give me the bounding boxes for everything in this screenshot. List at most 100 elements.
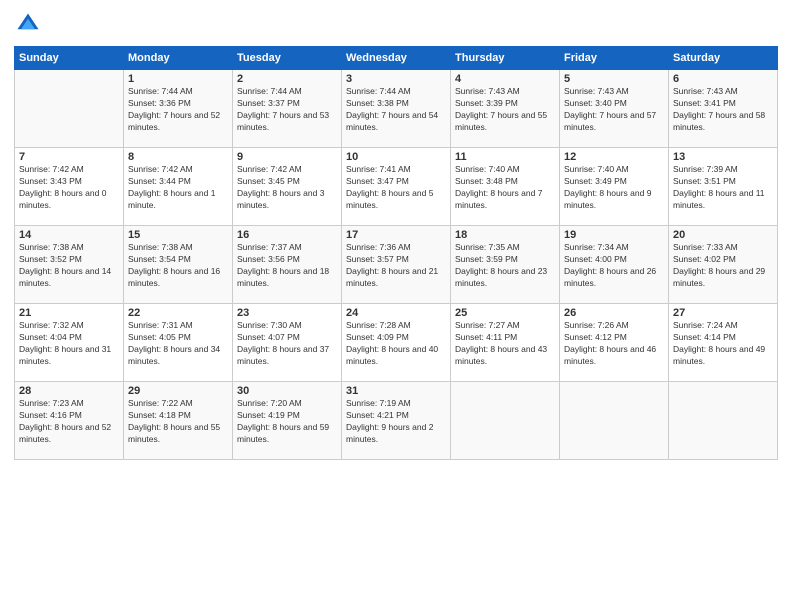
day-number: 5 bbox=[564, 73, 664, 85]
day-number: 31 bbox=[346, 385, 446, 397]
calendar-cell: 11Sunrise: 7:40 AMSunset: 3:48 PMDayligh… bbox=[451, 148, 560, 226]
day-info: Sunrise: 7:30 AMSunset: 4:07 PMDaylight:… bbox=[237, 320, 337, 368]
day-info: Sunrise: 7:34 AMSunset: 4:00 PMDaylight:… bbox=[564, 242, 664, 290]
day-number: 6 bbox=[673, 73, 773, 85]
header-cell-tuesday: Tuesday bbox=[233, 47, 342, 70]
day-info: Sunrise: 7:32 AMSunset: 4:04 PMDaylight:… bbox=[19, 320, 119, 368]
calendar-cell: 12Sunrise: 7:40 AMSunset: 3:49 PMDayligh… bbox=[560, 148, 669, 226]
day-number: 2 bbox=[237, 73, 337, 85]
calendar-table: SundayMondayTuesdayWednesdayThursdayFrid… bbox=[14, 46, 778, 460]
day-info: Sunrise: 7:37 AMSunset: 3:56 PMDaylight:… bbox=[237, 242, 337, 290]
day-number: 1 bbox=[128, 73, 228, 85]
calendar-cell: 24Sunrise: 7:28 AMSunset: 4:09 PMDayligh… bbox=[342, 304, 451, 382]
week-row-3: 14Sunrise: 7:38 AMSunset: 3:52 PMDayligh… bbox=[15, 226, 778, 304]
header-cell-wednesday: Wednesday bbox=[342, 47, 451, 70]
day-info: Sunrise: 7:19 AMSunset: 4:21 PMDaylight:… bbox=[346, 398, 446, 446]
day-info: Sunrise: 7:38 AMSunset: 3:54 PMDaylight:… bbox=[128, 242, 228, 290]
day-info: Sunrise: 7:36 AMSunset: 3:57 PMDaylight:… bbox=[346, 242, 446, 290]
calendar-cell: 31Sunrise: 7:19 AMSunset: 4:21 PMDayligh… bbox=[342, 382, 451, 460]
calendar-cell: 6Sunrise: 7:43 AMSunset: 3:41 PMDaylight… bbox=[669, 70, 778, 148]
day-number: 27 bbox=[673, 307, 773, 319]
day-info: Sunrise: 7:38 AMSunset: 3:52 PMDaylight:… bbox=[19, 242, 119, 290]
header-row: SundayMondayTuesdayWednesdayThursdayFrid… bbox=[15, 47, 778, 70]
header-cell-thursday: Thursday bbox=[451, 47, 560, 70]
day-number: 22 bbox=[128, 307, 228, 319]
day-number: 28 bbox=[19, 385, 119, 397]
logo-icon bbox=[14, 10, 42, 38]
day-info: Sunrise: 7:22 AMSunset: 4:18 PMDaylight:… bbox=[128, 398, 228, 446]
calendar-cell: 16Sunrise: 7:37 AMSunset: 3:56 PMDayligh… bbox=[233, 226, 342, 304]
day-number: 12 bbox=[564, 151, 664, 163]
day-number: 16 bbox=[237, 229, 337, 241]
week-row-5: 28Sunrise: 7:23 AMSunset: 4:16 PMDayligh… bbox=[15, 382, 778, 460]
day-info: Sunrise: 7:44 AMSunset: 3:36 PMDaylight:… bbox=[128, 86, 228, 134]
calendar-cell: 1Sunrise: 7:44 AMSunset: 3:36 PMDaylight… bbox=[124, 70, 233, 148]
calendar-cell: 4Sunrise: 7:43 AMSunset: 3:39 PMDaylight… bbox=[451, 70, 560, 148]
day-info: Sunrise: 7:27 AMSunset: 4:11 PMDaylight:… bbox=[455, 320, 555, 368]
header-cell-monday: Monday bbox=[124, 47, 233, 70]
header-cell-saturday: Saturday bbox=[669, 47, 778, 70]
day-number: 17 bbox=[346, 229, 446, 241]
day-info: Sunrise: 7:31 AMSunset: 4:05 PMDaylight:… bbox=[128, 320, 228, 368]
day-info: Sunrise: 7:35 AMSunset: 3:59 PMDaylight:… bbox=[455, 242, 555, 290]
calendar-cell: 18Sunrise: 7:35 AMSunset: 3:59 PMDayligh… bbox=[451, 226, 560, 304]
day-number: 13 bbox=[673, 151, 773, 163]
page: SundayMondayTuesdayWednesdayThursdayFrid… bbox=[0, 0, 792, 612]
day-number: 26 bbox=[564, 307, 664, 319]
day-info: Sunrise: 7:43 AMSunset: 3:41 PMDaylight:… bbox=[673, 86, 773, 134]
day-info: Sunrise: 7:24 AMSunset: 4:14 PMDaylight:… bbox=[673, 320, 773, 368]
day-info: Sunrise: 7:40 AMSunset: 3:48 PMDaylight:… bbox=[455, 164, 555, 212]
logo bbox=[14, 10, 46, 38]
day-number: 15 bbox=[128, 229, 228, 241]
calendar-cell: 17Sunrise: 7:36 AMSunset: 3:57 PMDayligh… bbox=[342, 226, 451, 304]
day-info: Sunrise: 7:23 AMSunset: 4:16 PMDaylight:… bbox=[19, 398, 119, 446]
week-row-1: 1Sunrise: 7:44 AMSunset: 3:36 PMDaylight… bbox=[15, 70, 778, 148]
day-number: 25 bbox=[455, 307, 555, 319]
day-info: Sunrise: 7:42 AMSunset: 3:43 PMDaylight:… bbox=[19, 164, 119, 212]
calendar-cell: 8Sunrise: 7:42 AMSunset: 3:44 PMDaylight… bbox=[124, 148, 233, 226]
day-info: Sunrise: 7:43 AMSunset: 3:39 PMDaylight:… bbox=[455, 86, 555, 134]
day-info: Sunrise: 7:44 AMSunset: 3:38 PMDaylight:… bbox=[346, 86, 446, 134]
calendar-cell: 28Sunrise: 7:23 AMSunset: 4:16 PMDayligh… bbox=[15, 382, 124, 460]
day-info: Sunrise: 7:44 AMSunset: 3:37 PMDaylight:… bbox=[237, 86, 337, 134]
day-number: 23 bbox=[237, 307, 337, 319]
day-info: Sunrise: 7:20 AMSunset: 4:19 PMDaylight:… bbox=[237, 398, 337, 446]
week-row-4: 21Sunrise: 7:32 AMSunset: 4:04 PMDayligh… bbox=[15, 304, 778, 382]
calendar-cell: 26Sunrise: 7:26 AMSunset: 4:12 PMDayligh… bbox=[560, 304, 669, 382]
calendar-cell: 7Sunrise: 7:42 AMSunset: 3:43 PMDaylight… bbox=[15, 148, 124, 226]
day-number: 24 bbox=[346, 307, 446, 319]
day-number: 18 bbox=[455, 229, 555, 241]
calendar-cell: 20Sunrise: 7:33 AMSunset: 4:02 PMDayligh… bbox=[669, 226, 778, 304]
calendar-cell: 13Sunrise: 7:39 AMSunset: 3:51 PMDayligh… bbox=[669, 148, 778, 226]
calendar-cell: 19Sunrise: 7:34 AMSunset: 4:00 PMDayligh… bbox=[560, 226, 669, 304]
day-number: 29 bbox=[128, 385, 228, 397]
calendar-cell: 10Sunrise: 7:41 AMSunset: 3:47 PMDayligh… bbox=[342, 148, 451, 226]
day-info: Sunrise: 7:26 AMSunset: 4:12 PMDaylight:… bbox=[564, 320, 664, 368]
header-cell-friday: Friday bbox=[560, 47, 669, 70]
day-info: Sunrise: 7:41 AMSunset: 3:47 PMDaylight:… bbox=[346, 164, 446, 212]
day-number: 30 bbox=[237, 385, 337, 397]
day-info: Sunrise: 7:42 AMSunset: 3:44 PMDaylight:… bbox=[128, 164, 228, 212]
calendar-cell: 30Sunrise: 7:20 AMSunset: 4:19 PMDayligh… bbox=[233, 382, 342, 460]
calendar-cell: 3Sunrise: 7:44 AMSunset: 3:38 PMDaylight… bbox=[342, 70, 451, 148]
day-number: 14 bbox=[19, 229, 119, 241]
day-number: 11 bbox=[455, 151, 555, 163]
day-info: Sunrise: 7:28 AMSunset: 4:09 PMDaylight:… bbox=[346, 320, 446, 368]
calendar-cell: 14Sunrise: 7:38 AMSunset: 3:52 PMDayligh… bbox=[15, 226, 124, 304]
day-info: Sunrise: 7:40 AMSunset: 3:49 PMDaylight:… bbox=[564, 164, 664, 212]
day-number: 4 bbox=[455, 73, 555, 85]
calendar-cell: 15Sunrise: 7:38 AMSunset: 3:54 PMDayligh… bbox=[124, 226, 233, 304]
day-info: Sunrise: 7:42 AMSunset: 3:45 PMDaylight:… bbox=[237, 164, 337, 212]
day-number: 7 bbox=[19, 151, 119, 163]
day-number: 19 bbox=[564, 229, 664, 241]
calendar-cell bbox=[451, 382, 560, 460]
header-cell-sunday: Sunday bbox=[15, 47, 124, 70]
calendar-cell bbox=[560, 382, 669, 460]
day-info: Sunrise: 7:33 AMSunset: 4:02 PMDaylight:… bbox=[673, 242, 773, 290]
calendar-cell: 29Sunrise: 7:22 AMSunset: 4:18 PMDayligh… bbox=[124, 382, 233, 460]
day-number: 3 bbox=[346, 73, 446, 85]
calendar-cell: 5Sunrise: 7:43 AMSunset: 3:40 PMDaylight… bbox=[560, 70, 669, 148]
calendar-cell: 23Sunrise: 7:30 AMSunset: 4:07 PMDayligh… bbox=[233, 304, 342, 382]
calendar-cell: 9Sunrise: 7:42 AMSunset: 3:45 PMDaylight… bbox=[233, 148, 342, 226]
week-row-2: 7Sunrise: 7:42 AMSunset: 3:43 PMDaylight… bbox=[15, 148, 778, 226]
